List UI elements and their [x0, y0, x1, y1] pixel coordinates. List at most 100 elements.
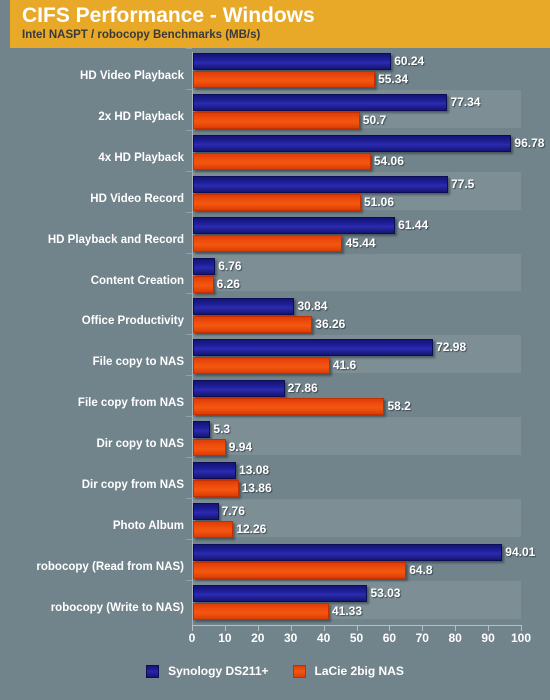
bar-value-label: 64.8	[409, 562, 433, 577]
y-axis-tick	[186, 129, 192, 131]
bar-synology[interactable]	[193, 502, 219, 520]
category-label: HD Playback and Record	[47, 233, 184, 246]
bar-value-label: 55.34	[378, 72, 409, 86]
bar-synology[interactable]	[193, 216, 396, 234]
bar-lacie[interactable]	[193, 234, 343, 252]
legend-label: Synology DS211+	[168, 664, 269, 678]
bar-value-label: 6.76	[218, 258, 242, 273]
bar-value-label: 94.01	[505, 544, 536, 559]
bar-synology[interactable]	[193, 257, 216, 275]
y-axis-tick	[186, 334, 192, 336]
category-label: robocopy (Write to NAS)	[50, 601, 184, 614]
y-axis-label-13: robocopy (Read from NAS)	[0, 561, 192, 575]
bar-synology[interactable]	[193, 462, 237, 479]
category-label: Office Productivity	[81, 315, 184, 328]
category-label: 4x HD Playback	[98, 151, 184, 164]
bar-synology[interactable]	[193, 339, 434, 357]
y-axis-tick	[186, 293, 192, 295]
y-axis-tick	[186, 457, 192, 458]
y-axis-label-5: HD Playback and Record	[0, 234, 192, 248]
bar-value-label: 5.3	[213, 422, 231, 437]
bar-value-label: 61.44	[398, 217, 429, 232]
y-axis-tick	[186, 88, 192, 90]
page-title: CIFS Performance - Windows	[22, 4, 315, 27]
y-axis-tick	[186, 375, 192, 377]
bar-value-label: 7.76	[221, 503, 245, 518]
category-label: robocopy (Read from NAS)	[36, 560, 184, 573]
category-label: Photo Album	[112, 519, 184, 532]
y-axis-tick	[186, 538, 192, 540]
y-axis-label-9: File copy from NAS	[0, 397, 192, 411]
y-axis-tick	[186, 211, 192, 213]
bar-synology[interactable]	[193, 298, 295, 316]
bar-lacie[interactable]	[193, 520, 234, 538]
bar-lacie[interactable]	[193, 193, 361, 211]
bar-lacie[interactable]	[193, 316, 313, 334]
chart-header: CIFS Performance - Windows Intel NASPT /…	[10, 0, 550, 48]
category-label: Content Creation	[90, 274, 184, 287]
category-label: Dir copy from NAS	[81, 479, 184, 491]
bar-value-label: 13.08	[239, 463, 270, 477]
y-axis-label-3: 4x HD Playback	[0, 152, 192, 166]
bar-synology[interactable]	[193, 421, 211, 439]
y-axis-label-8: File copy to NAS	[0, 356, 192, 370]
bar-lacie[interactable]	[193, 152, 371, 170]
y-axis-label-1: HD Video Playback	[0, 70, 192, 84]
bar-lacie[interactable]	[193, 561, 407, 579]
bar-lacie[interactable]	[193, 71, 376, 88]
bar-value-label: 13.86	[241, 481, 272, 495]
chart-subtitle: Intel NASPT / robocopy Benchmarks (MB/s)	[22, 29, 261, 41]
chart-page: CIFS Performance - Windows Intel NASPT /…	[0, 0, 550, 700]
y-axis-label-10: Dir copy to NAS	[0, 438, 192, 452]
bar-lacie[interactable]	[193, 439, 226, 457]
bar-value-label: 12.26	[236, 521, 267, 536]
bar-synology[interactable]	[193, 543, 503, 561]
y-axis-label-6: Content Creation	[0, 275, 192, 289]
chart-legend: Synology DS211+ LaCie 2big NAS	[0, 656, 550, 686]
bar-value-label: 77.34	[450, 94, 481, 109]
bar-lacie[interactable]	[193, 357, 330, 375]
bar-synology[interactable]	[193, 93, 448, 111]
category-label: File copy to NAS	[92, 356, 184, 369]
bar-lacie[interactable]	[193, 602, 329, 620]
bar-synology[interactable]	[193, 584, 368, 602]
plot-area: HD Video Playback 2x HD Playback 4x HD Pla…	[0, 48, 550, 700]
bar-value-label: 50.7	[362, 112, 387, 127]
bar-synology[interactable]	[193, 380, 285, 398]
y-axis-tick	[186, 170, 192, 172]
bar-value-label: 6.26	[216, 276, 240, 291]
legend-item-1[interactable]: Synology DS211+	[146, 664, 269, 678]
x-axis-tick-label: 100	[510, 631, 532, 645]
bar-lacie[interactable]	[193, 275, 214, 293]
bar-value-label: 51.06	[363, 194, 395, 209]
bar-value-label: 30.84	[297, 299, 328, 314]
bar-value-label: 60.24	[394, 54, 425, 68]
bar-value-label: 77.5	[450, 176, 475, 191]
y-axis-tick	[186, 48, 192, 49]
legend-swatch-icon	[146, 664, 160, 678]
bar-synology[interactable]	[193, 134, 512, 152]
y-axis-label-14: robocopy (Write to NAS)	[0, 602, 192, 616]
legend-item-2[interactable]: LaCie 2big NAS	[292, 664, 404, 678]
bar-value-label: 9.94	[228, 440, 253, 455]
bar-value-label: 41.6	[332, 358, 357, 373]
category-label: 2x HD Playback	[98, 110, 184, 123]
y-axis-label-12: Photo Album	[0, 520, 192, 534]
y-axis-label-4: HD Video Record	[0, 193, 192, 207]
y-axis-tick	[186, 579, 192, 581]
bar-value-label: 72.98	[436, 340, 467, 355]
y-axis-label-11: Dir copy from NAS	[0, 479, 192, 493]
category-label: HD Video Playback	[80, 70, 184, 82]
bar-synology[interactable]	[193, 175, 448, 193]
y-axis-tick	[186, 252, 192, 254]
bar-lacie[interactable]	[193, 398, 385, 416]
category-label: File copy from NAS	[77, 397, 184, 410]
legend-swatch-icon	[292, 664, 306, 678]
bar-value-label: 53.03	[370, 585, 401, 600]
category-label: Dir copy to NAS	[96, 438, 184, 451]
bar-value-label: 45.44	[345, 235, 376, 250]
bar-lacie[interactable]	[193, 480, 239, 497]
bar-synology[interactable]	[193, 53, 392, 70]
bar-lacie[interactable]	[193, 111, 360, 129]
y-axis-label-2: 2x HD Playback	[0, 111, 192, 125]
